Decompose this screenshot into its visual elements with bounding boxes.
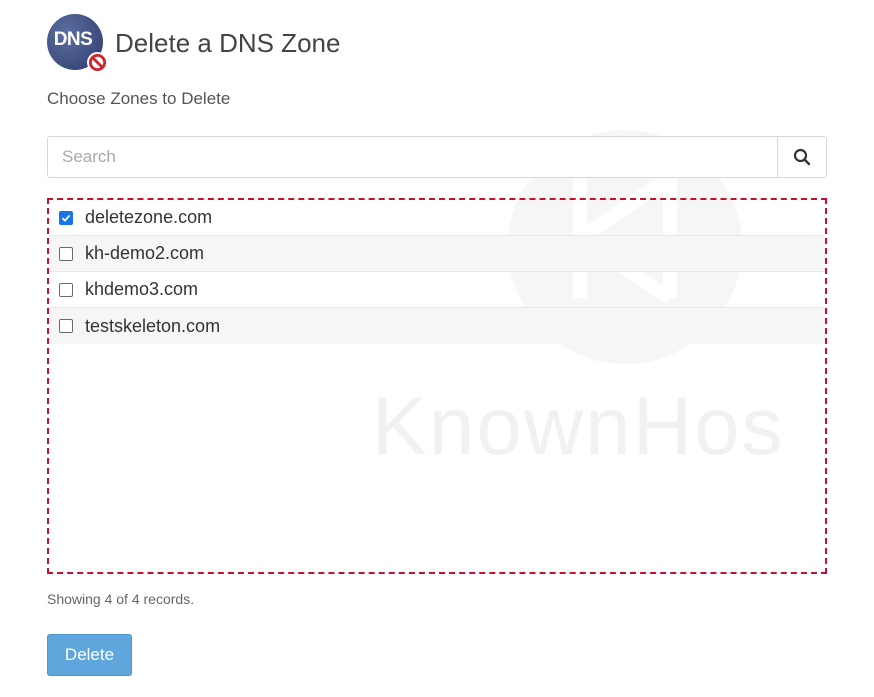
page-title: Delete a DNS Zone xyxy=(115,27,341,58)
checkmark-icon xyxy=(61,214,71,222)
search-bar xyxy=(47,136,827,178)
page-header: DNS Delete a DNS Zone xyxy=(47,14,341,73)
zone-label: kh-demo2.com xyxy=(85,243,205,263)
ban-icon xyxy=(87,52,108,73)
search-icon xyxy=(793,148,811,166)
zone-row[interactable]: deletezone.com xyxy=(49,200,825,236)
records-status: Showing 4 of 4 records. xyxy=(47,591,195,607)
logo-text: DNS xyxy=(53,29,93,50)
dns-logo-icon: DNS xyxy=(47,14,108,73)
section-subtitle: Choose Zones to Delete xyxy=(47,89,231,108)
zone-checkbox[interactable] xyxy=(59,246,73,261)
zone-row[interactable]: kh-demo2.com xyxy=(49,236,825,272)
zone-row[interactable]: khdemo3.com xyxy=(49,272,825,308)
zone-list: deletezone.com kh-demo2.com khdemo3.com … xyxy=(47,198,827,574)
zone-checkbox[interactable] xyxy=(59,210,73,225)
zone-checkbox[interactable] xyxy=(59,319,73,333)
zone-checkbox[interactable] xyxy=(59,282,73,297)
delete-button[interactable]: Delete xyxy=(47,634,132,676)
zone-label: deletezone.com xyxy=(85,207,213,227)
zone-label: khdemo3.com xyxy=(85,279,199,299)
search-input[interactable] xyxy=(48,137,777,177)
zone-label: testskeleton.com xyxy=(85,315,221,336)
search-button[interactable] xyxy=(777,137,826,177)
zone-row[interactable]: testskeleton.com xyxy=(49,308,825,344)
